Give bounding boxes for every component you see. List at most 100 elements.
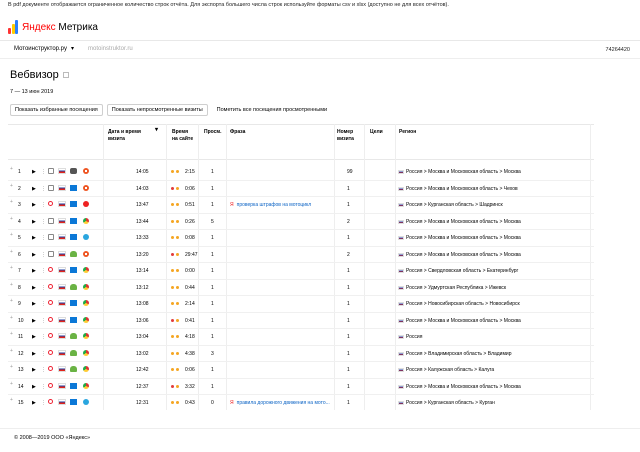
play-icon[interactable]: ▶ [32,318,36,324]
play-icon[interactable]: ▶ [32,235,36,241]
table-row[interactable]: +9 ▶ ⋮ 13:08 2:14 1 1 Россия > Новосибирская об… [8,296,594,313]
table-row[interactable]: +3 ▶ ⋮ 13:47 0:51 1 Япроверка штрафов на мотоц… [8,197,594,214]
favorite-star-icon[interactable]: + [10,249,13,255]
more-icon[interactable]: ⋮ [41,169,46,175]
col-phrase[interactable]: Фраза [230,129,245,136]
yandex-metrica-logo[interactable]: Яндекс Метрика [8,20,98,34]
visit-number: 1 [347,400,350,406]
play-icon[interactable]: ▶ [32,351,36,357]
activity-dot-icon [171,186,174,190]
table-row[interactable]: +14 ▶ ⋮ 12:37 3:32 1 1 Россия > Москва и Москов… [8,379,594,395]
play-icon[interactable]: ▶ [32,219,36,225]
row-number: 5 [18,235,21,241]
table-row[interactable]: +2 ▶ ⋮ 14:03 0:06 1 1 Россия > Москва и Московс… [8,181,594,197]
activity-dot-icon [171,252,174,256]
table-row[interactable]: +7 ▶ ⋮ 13:14 0:00 1 1 Россия > Свердловская обл… [8,263,594,280]
favorite-star-icon[interactable]: + [10,331,13,337]
play-icon[interactable]: ▶ [32,268,36,274]
table-row[interactable]: +6 ▶ ⋮ 13:20 29:47 1 2 Россия > Москва и Москов… [8,247,594,263]
counter-selector[interactable]: Мотоинструктор.ру ▾ motoinstruktor.ru [14,45,133,53]
more-icon[interactable]: ⋮ [41,268,46,274]
more-icon[interactable]: ⋮ [41,285,46,291]
favorite-star-icon[interactable]: + [10,183,13,189]
visit-time: 13:08 [136,301,149,307]
table-row[interactable]: +5 ▶ ⋮ 13:33 0:08 1 1 Россия > Москва и Московс… [8,230,594,247]
browser-icon [83,349,89,356]
sort-desc-icon[interactable]: ▾ [155,127,158,134]
show-favorites-button[interactable]: Показать избранные посещения [10,104,103,116]
region: Россия > Курганская область > Шадринск [398,202,503,208]
table-row[interactable]: +4 ▶ ⋮ 13:44 0:26 5 2 Россия > Москва и Московс… [8,214,594,230]
play-icon[interactable]: ▶ [32,202,36,208]
more-icon[interactable]: ⋮ [41,351,46,357]
play-icon[interactable]: ▶ [32,252,36,258]
col-time-on-site[interactable]: Время на сайте [172,129,194,143]
play-icon[interactable]: ▶ [32,384,36,390]
show-unviewed-button[interactable]: Показать непросмотренные визиты [106,104,208,116]
play-icon[interactable]: ▶ [32,186,36,192]
col-goals[interactable]: Цели [370,129,383,136]
favorite-star-icon[interactable]: + [10,381,13,387]
table-row[interactable]: +8 ▶ ⋮ 13:12 0:44 1 1 Россия > Удмуртская Респу… [8,280,594,296]
region: Россия > Калужская область > Калуга [398,367,494,373]
favorite-star-icon[interactable]: + [10,265,13,271]
table-row[interactable]: +13 ▶ ⋮ 12:42 0:06 1 1 Россия > Калужская облас… [8,362,594,379]
activity-dot-icon [176,384,179,388]
more-icon[interactable]: ⋮ [41,318,46,324]
search-phrase-link[interactable]: Япроверка штрафов на мотоцикл [230,202,311,208]
favorite-report-icon[interactable] [62,72,69,78]
activity-dot-icon [176,203,179,206]
favorite-star-icon[interactable]: + [10,199,13,205]
play-icon[interactable]: ▶ [32,400,36,406]
favorite-star-icon[interactable]: + [10,364,13,370]
more-icon[interactable]: ⋮ [41,384,46,390]
more-icon[interactable]: ⋮ [41,219,46,225]
os-icon [70,283,77,290]
search-source-icon [48,382,53,388]
favorite-star-icon[interactable]: + [10,397,13,403]
more-icon[interactable]: ⋮ [41,334,46,340]
col-pageviews[interactable]: Просм. [204,129,222,136]
favorite-star-icon[interactable]: + [10,282,13,288]
play-icon[interactable]: ▶ [32,285,36,291]
favorite-star-icon[interactable]: + [10,232,13,238]
col-datetime[interactable]: Дата и время визита [108,129,148,143]
play-icon[interactable]: ▶ [32,301,36,307]
table-row[interactable]: +15 ▶ ⋮ 12:31 0:43 0 Яправила дорожного движен… [8,395,594,410]
play-icon[interactable]: ▶ [32,169,36,175]
region: Россия > Москва и Московская область > Ч… [398,186,518,192]
favorite-star-icon[interactable]: + [10,315,13,321]
activity-dot-icon [171,335,174,338]
visit-time: 13:47 [136,202,149,208]
mark-all-viewed-button[interactable]: Пометить все посещения просмотренными [211,104,333,116]
table-row[interactable]: +11 ▶ ⋮ 13:04 4:18 1 1 Россия [8,329,594,346]
visit-time: 12:31 [136,400,149,406]
more-icon[interactable]: ⋮ [41,202,46,208]
desktop-icon [48,234,54,240]
table-row[interactable]: +10 ▶ ⋮ 13:06 0:41 1 1 Россия > Москва и Москов… [8,313,594,329]
favorite-star-icon[interactable]: + [10,166,13,172]
row-number: 8 [18,284,21,291]
more-icon[interactable]: ⋮ [41,367,46,373]
more-icon[interactable]: ⋮ [41,301,46,307]
chevron-down-icon[interactable]: ▾ [71,45,74,52]
visit-time: 12:37 [136,383,149,390]
more-icon[interactable]: ⋮ [41,252,46,258]
table-row[interactable]: +12 ▶ ⋮ 13:02 4:38 3 1 Россия > Владимирская об… [8,346,594,362]
table-row[interactable]: +1 ▶ ⋮ 14:05 2:15 1 99 Россия > Москва и Москов… [8,164,594,181]
favorite-star-icon[interactable]: + [10,348,13,354]
more-icon[interactable]: ⋮ [41,186,46,192]
col-region[interactable]: Регион [399,129,416,136]
favorite-star-icon[interactable]: + [10,298,13,304]
pageviews: 1 [211,301,214,307]
counter-name[interactable]: Мотоинструктор.ру [14,46,67,52]
play-icon[interactable]: ▶ [32,334,36,340]
search-phrase-link[interactable]: Яправила дорожного движения на мото... [230,400,330,406]
more-icon[interactable]: ⋮ [41,400,46,406]
row-number: 3 [18,202,21,208]
more-icon[interactable]: ⋮ [41,235,46,241]
favorite-star-icon[interactable]: + [10,216,13,222]
play-icon[interactable]: ▶ [32,367,36,373]
col-visit-number[interactable]: Номер визита [337,129,363,143]
date-range[interactable]: 7 — 13 июн 2019 [10,89,53,95]
